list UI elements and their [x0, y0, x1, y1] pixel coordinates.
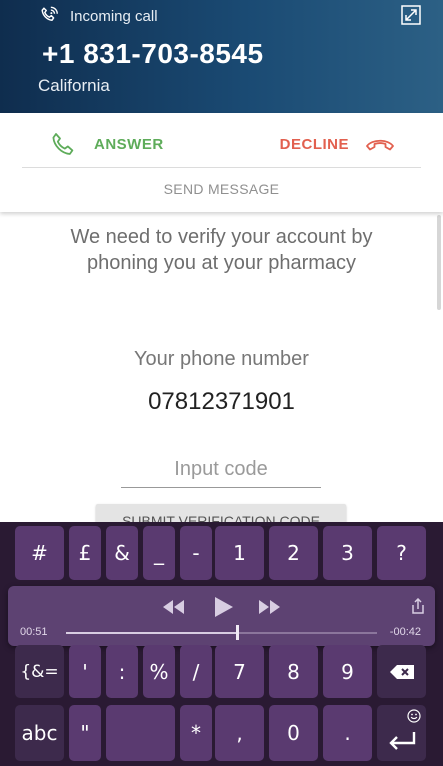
scrollbar[interactable] — [437, 215, 441, 310]
call-status-row: Incoming call — [38, 5, 158, 27]
play-icon[interactable] — [211, 595, 235, 619]
media-progress-track[interactable] — [66, 632, 377, 634]
send-message-button[interactable]: SEND MESSAGE — [0, 181, 443, 197]
space-key[interactable] — [106, 705, 175, 761]
media-player-bar: 00:51 -00:42 — [8, 586, 435, 646]
share-icon[interactable] — [411, 598, 425, 614]
media-progress-knob[interactable] — [236, 625, 240, 640]
wifi-call-icon — [41, 6, 58, 21]
backspace-key[interactable] — [377, 645, 426, 698]
verification-page: We need to verify your account by phonin… — [0, 212, 443, 524]
media-progress-fill — [66, 632, 238, 634]
answer-button[interactable]: ANSWER — [50, 131, 164, 157]
key-1[interactable]: 1 — [215, 526, 264, 580]
key-comma[interactable]: , — [215, 705, 264, 761]
key-ampersand[interactable]: & — [106, 526, 138, 580]
key-7[interactable]: 7 — [215, 645, 264, 698]
key-9[interactable]: 9 — [323, 645, 372, 698]
fast-forward-icon[interactable] — [257, 596, 283, 618]
emoji-icon — [407, 709, 421, 723]
key-quote[interactable]: " — [69, 705, 101, 761]
keyboard: # £ & _ - 1 2 3 ? 00:51 -00:42 {&= ' : %… — [0, 522, 443, 766]
key-apostrophe[interactable]: ' — [69, 645, 101, 698]
decline-label: DECLINE — [279, 135, 349, 153]
key-hash[interactable]: # — [15, 526, 64, 580]
verify-message: We need to verify your account by phonin… — [70, 226, 373, 274]
key-minus[interactable]: - — [180, 526, 212, 580]
phone-hangup-icon — [366, 139, 394, 151]
call-status-text: Incoming call — [70, 7, 158, 25]
caller-number: +1 831-703-8545 — [42, 38, 264, 69]
key-underscore[interactable]: _ — [143, 526, 175, 580]
key-question[interactable]: ? — [377, 526, 426, 580]
key-8[interactable]: 8 — [269, 645, 318, 698]
key-asterisk[interactable]: * — [180, 705, 212, 761]
key-colon[interactable]: : — [106, 645, 138, 698]
key-abc-toggle[interactable]: abc — [15, 705, 64, 761]
key-slash[interactable]: / — [180, 645, 212, 698]
code-input[interactable] — [121, 452, 321, 488]
divider — [22, 167, 421, 168]
time-elapsed: 00:51 — [20, 626, 48, 638]
answer-label: ANSWER — [94, 135, 164, 153]
call-actions-card: ANSWER DECLINE SEND MESSAGE — [0, 113, 443, 212]
incoming-call-header: Incoming call +1 831-703-8545 California — [0, 0, 443, 113]
submit-button[interactable]: SUBMIT VERIFICATION CODE — [96, 504, 346, 524]
phone-number-value: 07812371901 — [148, 388, 295, 415]
key-pound[interactable]: £ — [69, 526, 101, 580]
key-0[interactable]: 0 — [269, 705, 318, 761]
key-3[interactable]: 3 — [323, 526, 372, 580]
enter-icon — [388, 732, 415, 750]
caller-location: California — [38, 76, 110, 95]
key-2[interactable]: 2 — [269, 526, 318, 580]
phone-number-label: Your phone number — [134, 348, 309, 370]
rewind-icon[interactable] — [160, 596, 186, 618]
decline-button[interactable]: DECLINE — [280, 131, 395, 157]
enter-key[interactable] — [377, 705, 426, 761]
time-remaining: -00:42 — [389, 626, 421, 638]
phone-answer-icon — [52, 133, 74, 155]
key-percent[interactable]: % — [143, 645, 175, 698]
expand-icon[interactable] — [401, 5, 421, 25]
key-symbols-toggle[interactable]: {&= — [15, 645, 64, 698]
backspace-icon — [389, 664, 414, 679]
key-period[interactable]: . — [323, 705, 372, 761]
